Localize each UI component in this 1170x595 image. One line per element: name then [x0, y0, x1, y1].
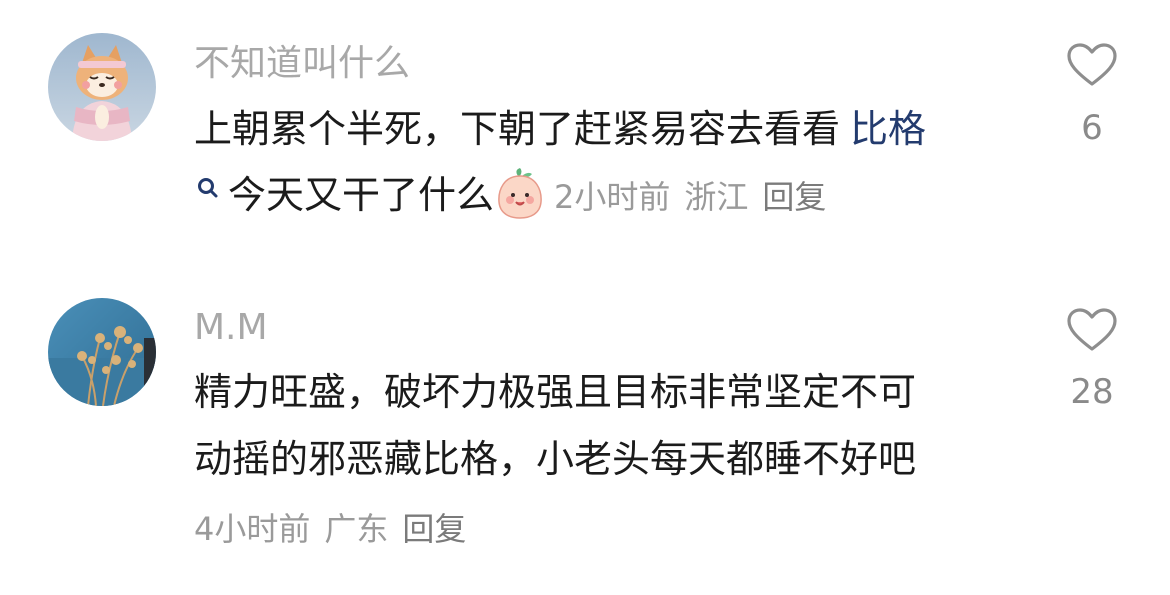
reply-button[interactable]: 回复	[402, 510, 466, 548]
reply-button[interactable]: 回复	[762, 178, 826, 216]
comment-location: 浙江	[684, 178, 749, 216]
user-avatar[interactable]	[48, 33, 156, 141]
comment-text: 上朝累个半死，下朝了赶紧易容去看看 比格	[194, 96, 1014, 162]
username[interactable]: 不知道叫什么	[194, 42, 410, 86]
like-button[interactable]	[1066, 307, 1118, 353]
search-suggestion-text[interactable]: 今天又干了什么	[228, 173, 494, 217]
comment-meta: 4小时前 广东 回复	[194, 504, 466, 550]
like-count: 28	[1070, 372, 1114, 412]
comment-location: 广东	[324, 510, 389, 548]
like-count: 6	[1081, 108, 1103, 148]
comment-time: 4小时前	[194, 510, 311, 548]
heart-outline-icon	[1067, 43, 1117, 86]
like-button[interactable]	[1066, 42, 1118, 88]
topic-link[interactable]: 比格	[850, 107, 926, 151]
search-suggestion-line[interactable]: 今天又干了什么 2小时前 浙江 回复	[194, 162, 1014, 230]
comment-text-line: 精力旺盛，破坏力极强且目标非常坚定不可	[194, 370, 917, 414]
shiba-dog-avatar-icon	[48, 33, 156, 141]
comment-text-line: 动摇的邪恶藏比格，小老头每天都睡不好吧	[194, 437, 917, 481]
peach-smile-emoji-icon	[496, 167, 544, 220]
comment-text-prefix: 上朝累个半死，下朝了赶紧易容去看看	[194, 107, 841, 151]
heart-outline-icon	[1067, 308, 1117, 351]
sea-plants-avatar-icon	[48, 298, 156, 406]
user-avatar[interactable]	[48, 298, 156, 406]
comment-time: 2小时前	[554, 178, 671, 216]
search-icon	[194, 162, 220, 200]
username[interactable]: M.M	[194, 306, 268, 350]
